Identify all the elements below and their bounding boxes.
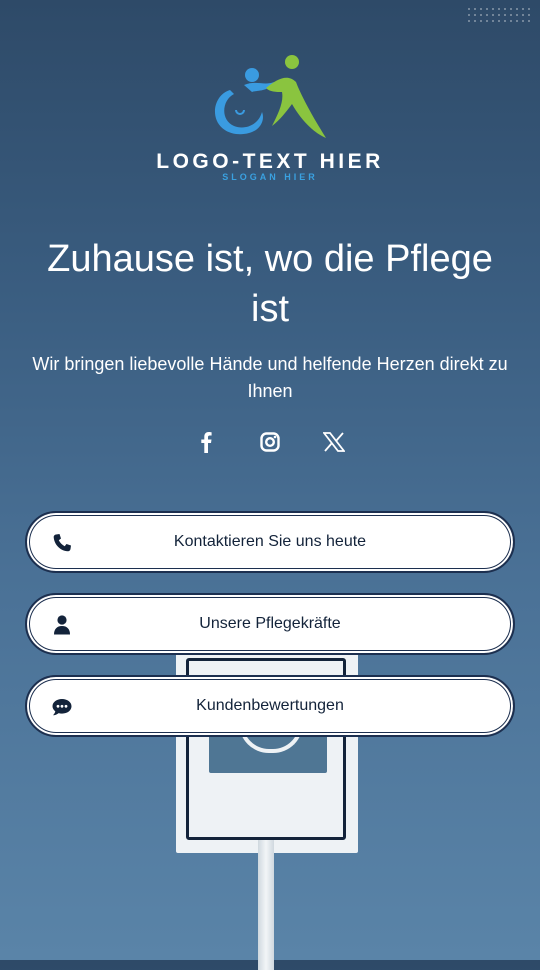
caregivers-button-label: Unsere Pflegekräfte (199, 615, 341, 632)
phone-icon (53, 534, 71, 552)
x-link[interactable] (320, 428, 348, 456)
tagline: Wir bringen liebevolle Hände und helfend… (32, 354, 508, 401)
facebook-link[interactable] (192, 428, 220, 456)
contact-button-label: Kontaktieren Sie uns heute (173, 533, 367, 550)
user-icon (54, 615, 70, 635)
reviews-button-label: Kundenbewertungen (196, 697, 344, 714)
decorative-dots (466, 6, 532, 24)
instagram-link[interactable] (256, 428, 284, 456)
background-sign-post (258, 840, 274, 970)
slogan: SLOGAN HIER (222, 172, 318, 182)
logo-text: LOGO-TEXT HIER (156, 150, 384, 173)
facebook-icon (201, 432, 212, 453)
care-people-logo-icon (214, 55, 326, 138)
social-links (0, 428, 540, 456)
x-icon (323, 432, 345, 452)
instagram-icon (260, 432, 280, 452)
reviews-button[interactable]: Kundenbewertungen (25, 675, 515, 737)
caregivers-button[interactable]: Unsere Pflegekräfte (25, 593, 515, 655)
chat-bubble-icon (52, 699, 72, 716)
page-title: Zuhause ist, wo die Pflege ist (47, 238, 493, 330)
contact-button[interactable]: Kontaktieren Sie uns heute (25, 511, 515, 573)
